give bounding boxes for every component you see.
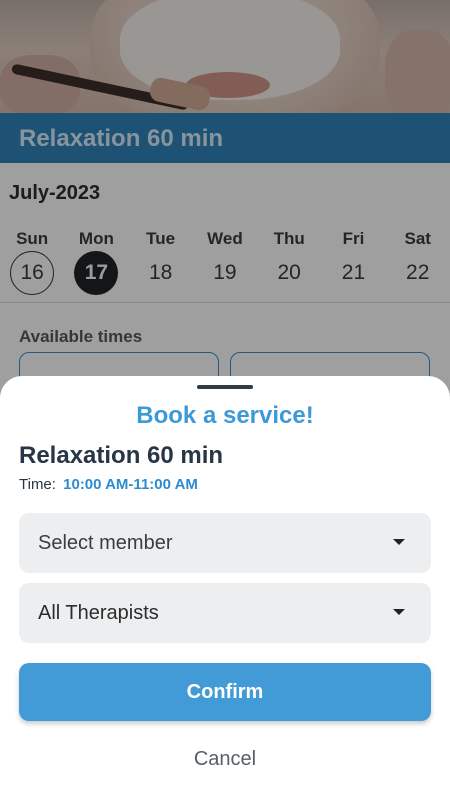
member-select[interactable]: Select member [19, 513, 431, 573]
time-row: Time: 10:00 AM-11:00 AM [19, 476, 198, 493]
confirm-button[interactable]: Confirm [19, 663, 431, 721]
booking-sheet: Book a service! Relaxation 60 min Time: … [0, 376, 450, 800]
service-name: Relaxation 60 min [19, 442, 224, 469]
dropdown-arrow-icon [393, 539, 405, 545]
sheet-title: Book a service! [136, 402, 314, 429]
member-select-value: Select member [38, 531, 173, 554]
therapist-select[interactable]: All Therapists [19, 583, 431, 643]
time-value: 10:00 AM-11:00 AM [63, 476, 198, 493]
drag-handle[interactable] [197, 385, 253, 389]
therapist-select-value: All Therapists [38, 601, 159, 624]
cancel-button[interactable]: Cancel [0, 748, 450, 771]
dropdown-arrow-icon [393, 609, 405, 615]
time-label: Time: [19, 476, 56, 493]
